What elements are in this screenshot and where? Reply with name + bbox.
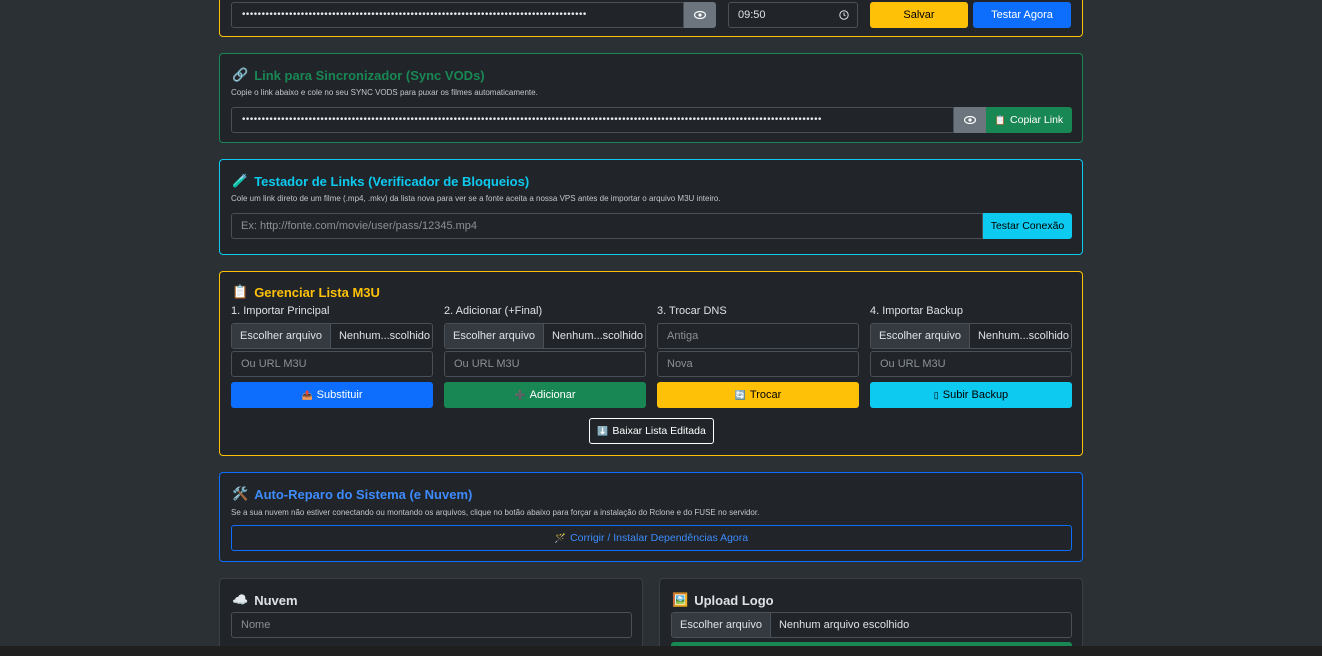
import-backup-label: 4. Importar Backup (870, 305, 963, 317)
clipboard-icon: 📋 (994, 114, 1007, 125)
old-dns-input[interactable]: Antiga (657, 323, 859, 349)
m3u-title: 📋 Gerenciar Lista M3U (232, 284, 380, 300)
repair-title: 🛠️ Auto-Reparo do Sistema (e Nuvem) (232, 486, 472, 502)
url-placeholder: Ou URL M3U (880, 358, 946, 370)
tester-description: Cole um link direto de um filme (.mp4, .… (231, 194, 721, 203)
token-field[interactable]: ••••••••••••••••••••••••••••••••••••••••… (231, 2, 684, 28)
token-masked-value: ••••••••••••••••••••••••••••••••••••••••… (241, 10, 586, 20)
test-connection-button[interactable]: Testar Conexão (983, 213, 1072, 239)
upload-backup-button[interactable]: ▯ Subir Backup (870, 382, 1072, 408)
upload-icon: 📤 (301, 389, 313, 400)
copy-link-label: Copiar Link (1010, 114, 1064, 126)
choose-file-button[interactable]: Escolher arquivo (871, 324, 970, 348)
import-backup-file-input[interactable]: Escolher arquivo Nenhum...scolhido (870, 323, 1072, 349)
download-edited-list-button[interactable]: ⬇️ Baixar Lista Editada (589, 418, 714, 444)
save-button[interactable]: Salvar (870, 2, 968, 28)
add-final-url-input[interactable]: Ou URL M3U (444, 351, 646, 377)
sync-toggle-visibility-button[interactable] (954, 107, 986, 133)
swap-button[interactable]: 🔄 Trocar (657, 382, 859, 408)
new-dns-placeholder: Nova (667, 358, 693, 370)
file-name: Nenhum arquivo escolhido (778, 619, 910, 631)
link-icon: 🔗 (232, 67, 249, 82)
image-icon: 🖼️ (672, 592, 689, 607)
m3u-card: 📋 Gerenciar Lista M3U 1. Importar Princi… (219, 271, 1083, 456)
cloud-name-placeholder: Nome (241, 619, 271, 631)
sync-link-masked-value: ••••••••••••••••••••••••••••••••••••••••… (241, 115, 821, 125)
replace-label: Substituir (316, 389, 363, 401)
new-dns-input[interactable]: Nova (657, 351, 859, 377)
time-value: 09:50 (738, 9, 766, 21)
cloud-name-input[interactable]: Nome (231, 612, 632, 638)
schedule-card: ••••••••••••••••••••••••••••••••••••••••… (219, 0, 1083, 37)
upload-logo-title-text: Upload Logo (694, 592, 774, 608)
upload-logo-title: 🖼️ Upload Logo (672, 592, 774, 608)
add-final-label: 2. Adicionar (+Final) (444, 305, 543, 317)
sync-card: 🔗 Link para Sincronizador (Sync VODs) Co… (219, 53, 1083, 143)
cloud-card: ☁️ Nuvem Nome (219, 578, 643, 656)
toggle-visibility-button[interactable] (684, 2, 716, 28)
file-name: Nenhum...scolhido (551, 330, 644, 342)
import-main-file-input[interactable]: Escolher arquivo Nenhum...scolhido (231, 323, 433, 349)
fix-dependencies-button[interactable]: 🪄 Corrigir / Instalar Dependências Agora (231, 525, 1072, 551)
cloud-title-text: Nuvem (254, 592, 298, 608)
refresh-icon: 🔄 (734, 389, 746, 400)
m3u-title-text: Gerenciar Lista M3U (254, 284, 380, 300)
test-url-placeholder: Ex: http://fonte.com/movie/user/pass/123… (241, 220, 478, 232)
file-name: Nenhum...scolhido (338, 330, 431, 342)
import-main-url-input[interactable]: Ou URL M3U (231, 351, 433, 377)
sync-description: Copie o link abaixo e cole no seu SYNC V… (231, 88, 538, 97)
url-placeholder: Ou URL M3U (454, 358, 520, 370)
test-tube-icon: 🧪 (232, 173, 249, 188)
test-connection-label: Testar Conexão (990, 220, 1065, 232)
download-label: Baixar Lista Editada (612, 425, 706, 437)
repair-title-text: Auto-Reparo do Sistema (e Nuvem) (254, 486, 473, 502)
backup-icon: ▯ (933, 389, 939, 400)
test-now-label: Testar Agora (991, 9, 1053, 21)
sync-title: 🔗 Link para Sincronizador (Sync VODs) (232, 67, 485, 83)
tools-icon: 🛠️ (232, 486, 249, 501)
repair-card: 🛠️ Auto-Reparo do Sistema (e Nuvem) Se a… (219, 472, 1083, 562)
taskbar (0, 646, 1322, 656)
test-url-input[interactable]: Ex: http://fonte.com/movie/user/pass/123… (231, 213, 983, 239)
test-now-button[interactable]: Testar Agora (973, 2, 1071, 28)
file-name: Nenhum...scolhido (977, 330, 1070, 342)
cloud-icon: ☁️ (232, 592, 249, 607)
tester-card: 🧪 Testador de Links (Verificador de Bloq… (219, 159, 1083, 255)
add-label: Adicionar (529, 389, 576, 401)
plus-icon: ➕ (514, 389, 526, 400)
swap-label: Trocar (749, 389, 782, 401)
copy-link-button[interactable]: 📋 Copiar Link (986, 107, 1072, 133)
eye-icon (694, 11, 706, 19)
old-dns-placeholder: Antiga (667, 330, 699, 342)
tester-title: 🧪 Testador de Links (Verificador de Bloq… (232, 173, 529, 189)
replace-button[interactable]: 📤 Substituir (231, 382, 433, 408)
fix-dependencies-label: Corrigir / Instalar Dependências Agora (570, 532, 749, 544)
choose-file-button[interactable]: Escolher arquivo (232, 324, 331, 348)
sync-link-field[interactable]: ••••••••••••••••••••••••••••••••••••••••… (231, 107, 954, 133)
url-placeholder: Ou URL M3U (241, 358, 307, 370)
import-main-label: 1. Importar Principal (231, 305, 330, 317)
choose-file-button[interactable]: Escolher arquivo (672, 613, 771, 637)
clock-icon (839, 10, 849, 20)
add-final-file-input[interactable]: Escolher arquivo Nenhum...scolhido (444, 323, 646, 349)
clipboard-icon: 📋 (232, 284, 249, 299)
import-backup-url-input[interactable]: Ou URL M3U (870, 351, 1072, 377)
download-icon: ⬇️ (597, 425, 609, 436)
eye-icon (964, 116, 976, 124)
upload-backup-label: Subir Backup (942, 389, 1009, 401)
tester-title-text: Testador de Links (Verificador de Bloque… (254, 173, 530, 189)
logo-file-input[interactable]: Escolher arquivo Nenhum arquivo escolhid… (671, 612, 1072, 638)
swap-dns-label: 3. Trocar DNS (657, 305, 727, 317)
sync-title-text: Link para Sincronizador (Sync VODs) (254, 67, 485, 83)
save-label: Salvar (903, 9, 935, 21)
time-input[interactable]: 09:50 (728, 2, 858, 28)
repair-description: Se a sua nuvem não estiver conectando ou… (231, 508, 760, 517)
cloud-title: ☁️ Nuvem (232, 592, 298, 608)
upload-logo-card: 🖼️ Upload Logo Escolher arquivo Nenhum a… (659, 578, 1083, 656)
wand-icon: 🪄 (554, 532, 567, 543)
add-button[interactable]: ➕ Adicionar (444, 382, 646, 408)
choose-file-button[interactable]: Escolher arquivo (445, 324, 544, 348)
